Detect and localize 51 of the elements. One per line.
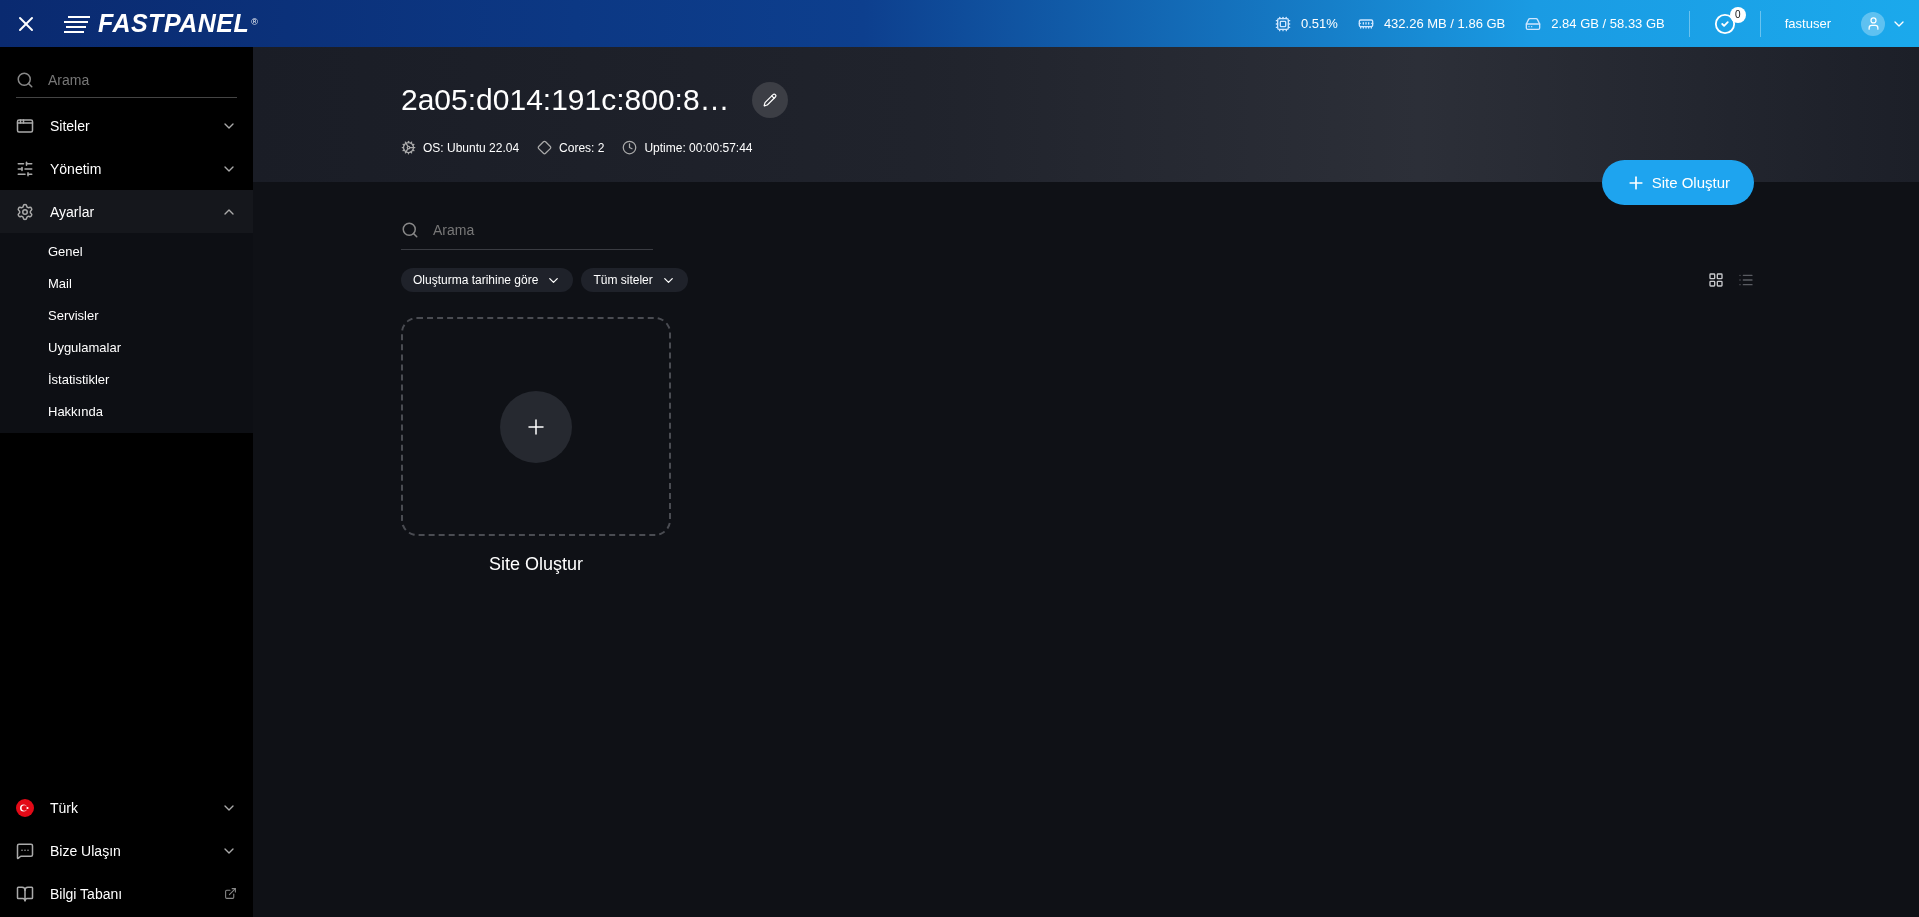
pencil-icon: [762, 93, 777, 107]
filter-dropdown[interactable]: Oluşturma tarihine göre: [401, 268, 574, 292]
registered-mark: ®: [251, 17, 258, 27]
search-icon: [401, 221, 419, 239]
book-icon: [16, 884, 34, 903]
uptime-info: Uptime: 00:00:57:44: [644, 140, 753, 155]
chat-icon: [16, 841, 34, 860]
card-label: Site Oluştur: [487, 554, 584, 575]
flag-icon: [16, 798, 34, 817]
stat-value: 0.51%: [1301, 16, 1338, 31]
list-icon: [1738, 272, 1754, 288]
grid-icon: [1708, 272, 1724, 288]
nav-item[interactable]: Türk: [0, 786, 253, 829]
diamond-icon: [537, 140, 553, 155]
nav-item[interactable]: Ayarlar: [0, 190, 253, 233]
os-info: OS: Ubuntu 22.04: [423, 140, 520, 155]
check-circle-icon: [1713, 12, 1736, 35]
sidebar-search-field[interactable]: Arama: [46, 71, 237, 89]
stat-value: 2.84 GB / 58.33 GB: [1551, 16, 1665, 31]
external-link-icon: [224, 887, 237, 900]
tasks-button[interactable]: [1713, 12, 1736, 35]
clock-icon: [622, 140, 638, 155]
logo-text: FASTPANEL: [98, 9, 250, 38]
nav-item[interactable]: Yönetim: [0, 147, 253, 190]
window-icon: [16, 116, 34, 135]
user-name: fastuser: [1784, 16, 1831, 31]
stat-value: 432.26 MB / 1.86 GB: [1383, 16, 1506, 31]
list-view-button[interactable]: [1738, 272, 1754, 288]
server-title: 2a05:d014:191c:800:8…: [401, 83, 730, 117]
tasks-count-badge: 0: [1729, 6, 1746, 23]
cores-info: Cores: 2: [559, 140, 605, 155]
sliders-icon: [16, 159, 34, 178]
submenu-item[interactable]: Hakkında: [0, 395, 253, 427]
gear-icon: [401, 140, 416, 155]
edit-button[interactable]: [751, 82, 788, 118]
nav-item[interactable]: Bize Ulaşın: [0, 829, 253, 872]
settings-icon: [16, 202, 34, 221]
cpu-icon: [1275, 15, 1291, 32]
search-icon: [16, 71, 34, 89]
logo-icon: [64, 13, 92, 34]
nav-item[interactable]: Bilgi Tabanı: [0, 872, 253, 915]
submenu-item[interactable]: Servisler: [0, 299, 253, 331]
submenu-item[interactable]: Mail: [0, 267, 253, 299]
submenu-item[interactable]: İstatistikler: [0, 363, 253, 395]
site-search-field[interactable]: Arama: [431, 221, 653, 239]
submenu-item[interactable]: Genel: [0, 235, 253, 267]
filter-dropdown[interactable]: Tüm siteler: [581, 268, 688, 292]
avatar-icon: [1861, 11, 1885, 36]
submenu-item[interactable]: Uygulamalar: [0, 331, 253, 363]
grid-view-button[interactable]: [1708, 272, 1724, 288]
nav-item[interactable]: Siteler: [0, 104, 253, 147]
